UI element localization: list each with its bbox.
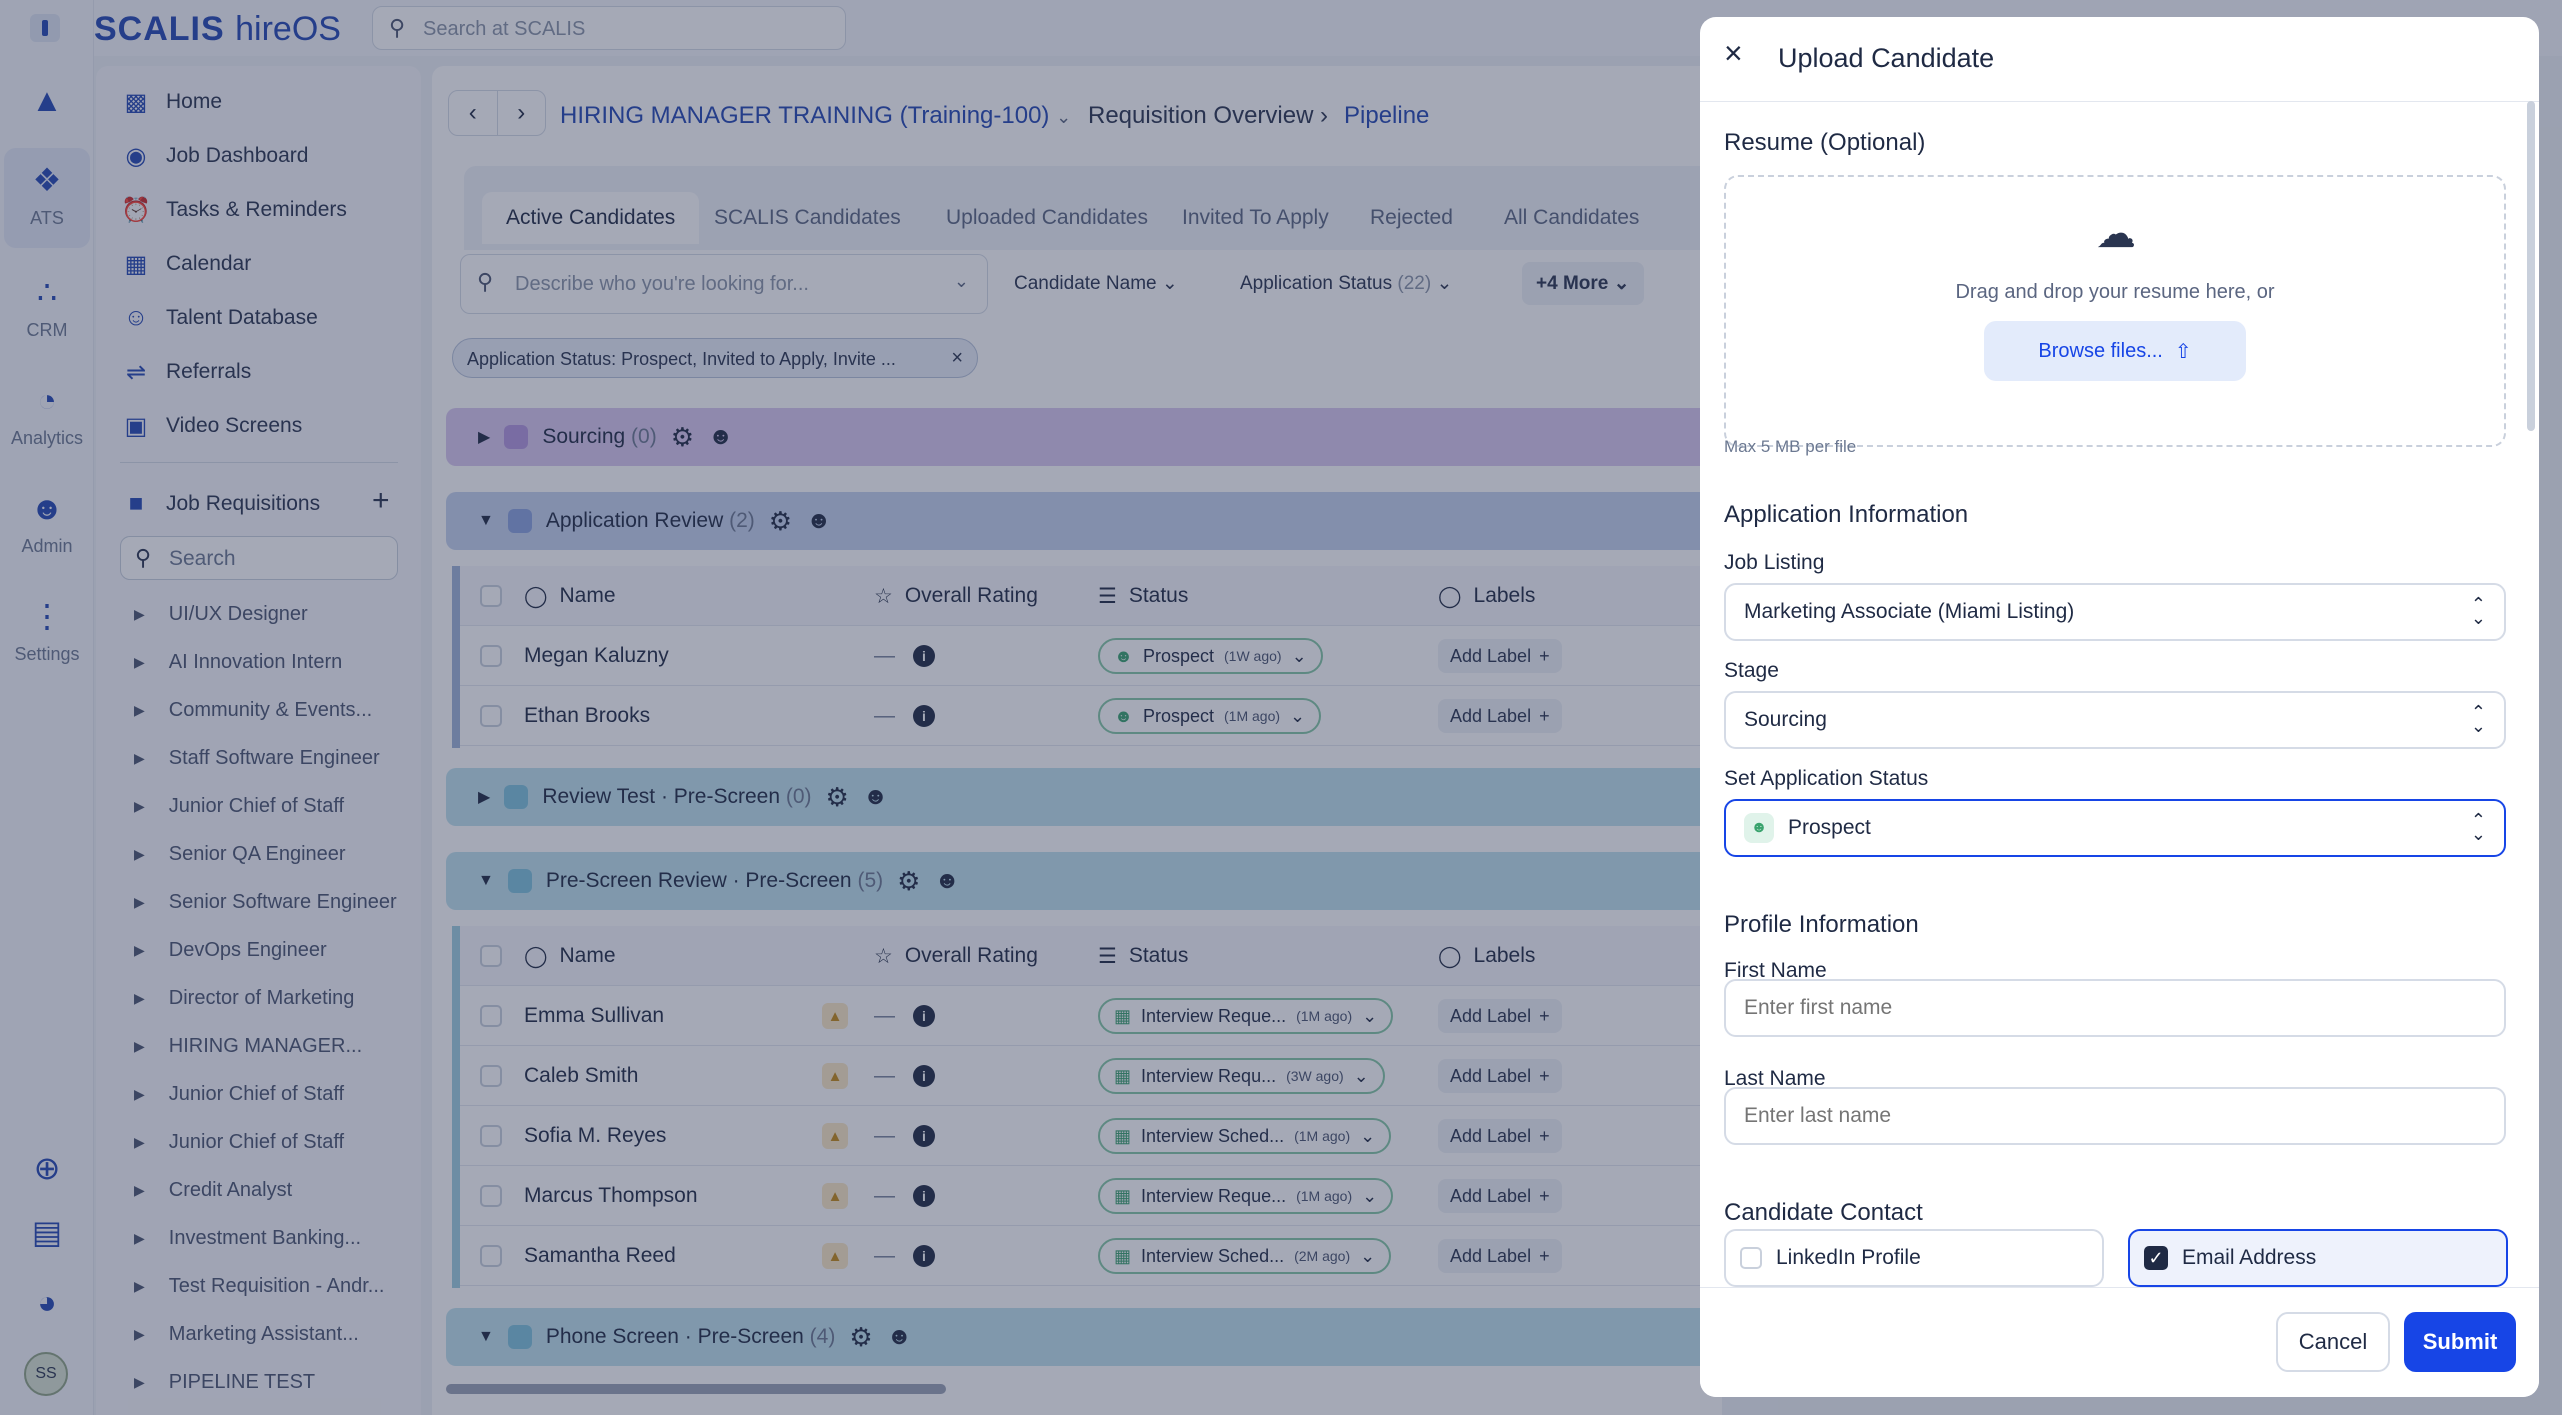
application-info-heading: Application Information (1724, 501, 1969, 528)
stage-select[interactable]: Sourcing ⌃ ⌄ (1724, 691, 2506, 749)
chevron-up-down-icon: ⌃ ⌄ (2470, 594, 2486, 628)
button-label: Browse files... (2038, 339, 2163, 362)
job-listing-label: Job Listing (1724, 551, 1825, 574)
submit-button[interactable]: Submit (2404, 1312, 2516, 1372)
chevron-up-down-icon: ⌃ ⌄ (2470, 702, 2486, 736)
prospect-icon: ☻ (1744, 813, 1774, 843)
email-checkbox-checked-icon[interactable]: ✓ (2144, 1246, 2168, 1270)
stage-label: Stage (1724, 659, 1779, 682)
resume-label: Resume (Optional) (1724, 129, 1926, 156)
last-name-input[interactable] (1724, 1087, 2506, 1145)
job-listing-select[interactable]: Marketing Associate (Miami Listing) ⌃ ⌄ (1724, 583, 2506, 641)
select-value: Sourcing (1744, 708, 1827, 731)
application-status-select[interactable]: ☻ Prospect ⌃ ⌄ (1724, 799, 2506, 857)
cloud-upload-icon: ☁ (2096, 212, 2136, 256)
profile-info-heading: Profile Information (1724, 911, 1919, 938)
select-value: Prospect (1788, 816, 1871, 839)
button-label: Cancel (2298, 1329, 2368, 1354)
button-label: Submit (2422, 1329, 2498, 1354)
upload-icon: ⇧ (2174, 340, 2192, 363)
close-icon[interactable]: × (1724, 37, 1743, 69)
linkedin-checkbox[interactable] (1740, 1247, 1762, 1269)
max-size-note: Max 5 MB per file (1724, 437, 1857, 456)
browse-files-button[interactable]: Browse files... ⇧ (1984, 321, 2246, 381)
vertical-scrollbar[interactable] (2527, 101, 2535, 431)
option-label: Email Address (2182, 1246, 2317, 1269)
application-status-label: Set Application Status (1724, 767, 1929, 790)
select-value: Marketing Associate (Miami Listing) (1744, 600, 2075, 623)
drop-text: Drag and drop your resume here, or (1955, 281, 2275, 303)
chevron-up-down-icon: ⌃ ⌄ (2470, 810, 2486, 844)
email-option[interactable]: ✓ Email Address (2128, 1229, 2508, 1287)
divider (1700, 101, 2539, 102)
option-label: LinkedIn Profile (1776, 1246, 1921, 1269)
resume-dropzone[interactable]: ☁ Drag and drop your resume here, or Bro… (1724, 175, 2506, 447)
candidate-contact-heading: Candidate Contact (1724, 1199, 1923, 1226)
first-name-input[interactable] (1724, 979, 2506, 1037)
cancel-button[interactable]: Cancel (2276, 1312, 2390, 1372)
dialog-title: Upload Candidate (1778, 43, 1995, 73)
upload-candidate-dialog: × Upload Candidate Resume (Optional) ☁ D… (1700, 17, 2539, 1397)
linkedin-option[interactable]: LinkedIn Profile (1724, 1229, 2104, 1287)
